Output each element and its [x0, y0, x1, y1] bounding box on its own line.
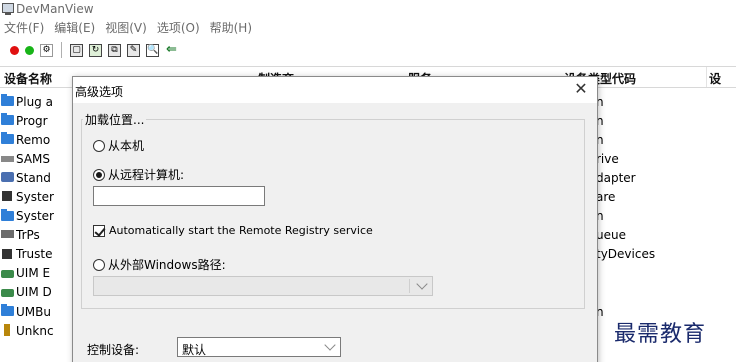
drive-icon [1, 156, 14, 163]
list-item[interactable]: Plug a [0, 92, 76, 111]
window-titlebar: DevManView [0, 0, 736, 18]
column-separator[interactable] [706, 67, 707, 87]
dialog-title: 高级选项 [75, 85, 124, 99]
table-cell: n [596, 132, 604, 147]
card-icon [1, 269, 14, 278]
auto-start-checkbox-box[interactable] [93, 224, 105, 237]
list-item[interactable]: Truste [0, 245, 76, 264]
radio-external-button[interactable] [93, 258, 105, 271]
radio-local-label: 从本机 [108, 139, 145, 153]
menu-view[interactable]: 视图(V) [105, 19, 147, 36]
auto-start-checkbox[interactable]: Automatically start the Remote Registry … [93, 224, 373, 237]
list-item[interactable]: TrPs [0, 226, 76, 245]
list-item[interactable]: UIM E [0, 264, 76, 283]
find-icon[interactable]: 🔍 [146, 43, 159, 57]
list-item[interactable]: UMBu [0, 302, 76, 321]
chip-icon [2, 191, 12, 202]
dialog-titlebar: 高级选项 ✕ [73, 77, 597, 103]
printer-icon [1, 229, 14, 238]
table-cell: n [596, 113, 604, 128]
list-item[interactable]: Syster [0, 187, 76, 206]
search-device-icon[interactable]: ⚙ [40, 43, 53, 57]
folder-icon [1, 304, 14, 317]
plug-icon [4, 324, 10, 337]
external-path-dropdown[interactable] [93, 276, 433, 296]
refresh-icon[interactable]: ↻ [89, 43, 102, 57]
list-item[interactable]: Syster [0, 207, 76, 226]
radio-remote-label: 从远程计算机: [108, 168, 185, 182]
table-cell [596, 264, 696, 283]
network-icon [1, 172, 14, 183]
toolbar: ⚙ ▢ ↻ ⧉ ✎ 🔍 ⇐ [0, 38, 736, 62]
radio-external-label: 从外部Windows路径: [108, 258, 226, 272]
table-cell [596, 283, 696, 302]
radio-remote[interactable]: 从远程计算机: [93, 166, 184, 183]
radio-local-button[interactable] [93, 139, 105, 152]
folder-icon [1, 113, 14, 126]
watermark-logo: 最需教育 [614, 322, 707, 347]
disable-device-icon[interactable] [10, 45, 19, 55]
list-item[interactable]: Stand [0, 168, 76, 187]
table-cell: tyDevices [596, 247, 656, 262]
column-header-name[interactable]: 设备名称 [4, 70, 52, 87]
table-cell: n [596, 94, 604, 109]
chip-icon [2, 248, 12, 259]
menu-bar: 文件(F) 编辑(E) 视图(V) 选项(O) 帮助(H) [0, 18, 262, 36]
toolbar-separator [61, 42, 62, 58]
enable-device-icon[interactable] [25, 45, 34, 55]
auto-start-label: Automatically start the Remote Registry … [109, 224, 373, 237]
menu-options[interactable]: 选项(O) [157, 19, 200, 36]
advanced-options-dialog: 高级选项 ✕ 加载位置... 从本机 从远程计算机: Automatically… [72, 76, 598, 362]
copy-icon[interactable]: ⧉ [108, 43, 121, 57]
control-device-dropdown[interactable]: 默认 [177, 337, 341, 357]
menu-help[interactable]: 帮助(H) [210, 19, 252, 36]
list-item[interactable]: UIM D [0, 283, 76, 302]
close-icon[interactable]: ✕ [573, 81, 589, 97]
menu-file[interactable]: 文件(F) [4, 19, 44, 36]
control-device-label: 控制设备: [87, 343, 140, 357]
app-icon [2, 3, 14, 15]
control-device-value: 默认 [182, 343, 207, 357]
menu-edit[interactable]: 编辑(E) [54, 19, 95, 36]
device-list: Plug a Progr Remo SAMS Stand Syster Syst… [0, 92, 76, 340]
folder-icon [1, 132, 14, 145]
table-cell: ueue [596, 228, 626, 243]
list-item[interactable]: Progr [0, 111, 76, 130]
column-header-extra[interactable]: 设 [709, 70, 721, 87]
list-item[interactable]: Unknc [0, 321, 76, 340]
list-item[interactable]: Remo [0, 130, 76, 149]
radio-remote-button[interactable] [93, 168, 105, 181]
chevron-down-icon[interactable] [416, 278, 428, 290]
chevron-down-icon[interactable] [324, 339, 336, 351]
properties-icon[interactable]: ✎ [127, 43, 140, 57]
exit-icon[interactable]: ⇐ [165, 43, 178, 57]
table-cell: are [596, 190, 616, 205]
table-cell: rive [596, 151, 619, 166]
group-label: 加载位置... [83, 111, 147, 128]
table-cell: n [596, 209, 604, 224]
window-title: DevManView [16, 2, 94, 16]
card-icon [1, 288, 14, 297]
save-icon[interactable]: ▢ [70, 43, 83, 57]
folder-icon [1, 208, 14, 221]
folder-icon [1, 94, 14, 106]
combo-divider [409, 279, 410, 293]
table-cell: dapter [596, 170, 636, 185]
remote-computer-input[interactable] [93, 186, 265, 206]
radio-external[interactable]: 从外部Windows路径: [93, 256, 226, 273]
radio-local[interactable]: 从本机 [93, 137, 144, 154]
list-item[interactable]: SAMS [0, 149, 76, 168]
device-type-column: n n n rive dapter are n ueue tyDevices n [596, 92, 696, 340]
